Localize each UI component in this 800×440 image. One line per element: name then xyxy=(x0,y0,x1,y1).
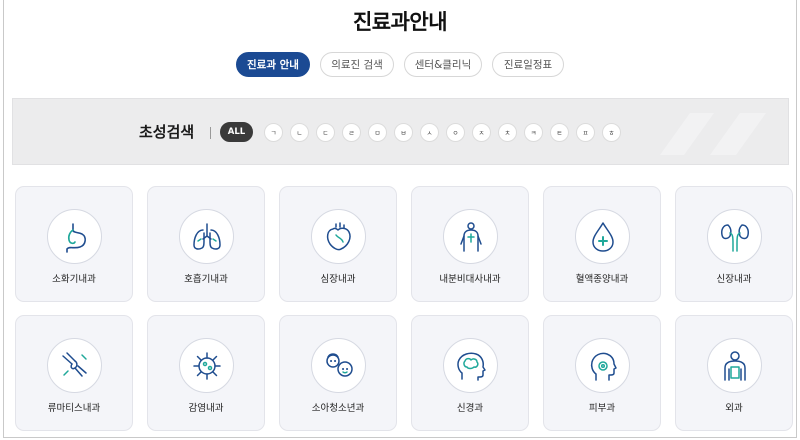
icon-wrapper xyxy=(47,338,102,393)
initial-letter-list: ALL ㄱ ㄴ ㄷ ㄹ ㅁ ㅂ ㅅ ㅇ ㅈ ㅊ ㅋ ㅌ ㅍ ㅎ xyxy=(220,122,621,142)
lungs-icon xyxy=(192,222,221,250)
children-icon xyxy=(325,352,353,377)
department-card-rheumatology[interactable]: 류마티스내과 xyxy=(15,315,133,431)
icon-wrapper xyxy=(311,338,366,393)
department-label: 신경과 xyxy=(456,403,484,414)
department-label: 신장내과 xyxy=(716,274,752,285)
icon-wrapper xyxy=(179,338,234,393)
joint-bone-icon xyxy=(61,351,87,377)
department-card-surgery[interactable]: 외과 xyxy=(675,315,793,431)
department-label: 내분비대사내과 xyxy=(439,274,501,285)
department-card-nephrology[interactable]: 신장내과 xyxy=(675,186,793,302)
department-card-pediatrics[interactable]: 소아청소년과 xyxy=(279,315,397,431)
blood-drop-icon xyxy=(591,221,614,252)
tab-schedule[interactable]: 진료일정표 xyxy=(492,52,564,77)
initial-letter-button[interactable]: ㅊ xyxy=(498,122,517,142)
department-card-infectious-disease[interactable]: 감염내과 xyxy=(147,315,265,431)
stomach-icon xyxy=(65,222,86,253)
department-label: 혈액종양내과 xyxy=(575,274,629,285)
department-label: 감염내과 xyxy=(188,403,224,414)
virus-icon xyxy=(192,351,221,380)
department-label: 류마티스내과 xyxy=(47,403,101,414)
initial-letter-button[interactable]: ㅍ xyxy=(576,122,595,142)
initial-letter-button[interactable]: ㄷ xyxy=(316,122,335,142)
divider xyxy=(210,127,211,139)
department-label: 소아청소년과 xyxy=(311,403,365,414)
initial-search-title: 초성검색 xyxy=(139,123,195,141)
department-label: 호흡기내과 xyxy=(184,274,228,285)
department-card-pulmonology[interactable]: 호흡기내과 xyxy=(147,186,265,302)
tab-doctor-search[interactable]: 의료진 검색 xyxy=(320,52,394,77)
initial-letter-button[interactable]: ㅂ xyxy=(394,122,413,142)
initial-letter-button[interactable]: ㄴ xyxy=(290,122,309,142)
face-profile-icon xyxy=(590,352,617,381)
department-card-cardiology[interactable]: 심장내과 xyxy=(279,186,397,302)
department-label: 심장내과 xyxy=(320,274,356,285)
initial-letter-button[interactable]: ㅅ xyxy=(420,122,439,142)
department-grid: 소화기내과 호흡기내과 심장내과 내분비대사내과 혈액종양내과 신장내과 류마티… xyxy=(15,186,793,431)
icon-wrapper xyxy=(443,209,498,264)
initial-all-button[interactable]: ALL xyxy=(220,122,253,142)
initial-letter-button[interactable]: ㅁ xyxy=(368,122,387,142)
kidney-icon xyxy=(720,223,749,252)
department-card-hematology-oncology[interactable]: 혈액종양내과 xyxy=(543,186,661,302)
initial-letter-button[interactable]: ㅌ xyxy=(550,122,569,142)
body-metabolism-icon xyxy=(459,221,482,252)
icon-wrapper xyxy=(47,209,102,264)
tab-department-guide[interactable]: 진료과 안내 xyxy=(236,52,310,77)
icon-wrapper xyxy=(311,209,366,264)
icon-wrapper xyxy=(179,209,234,264)
tab-center-clinic[interactable]: 센터&클리닉 xyxy=(404,52,482,77)
icon-wrapper xyxy=(707,338,762,393)
page-frame: 진료과안내 진료과 안내 의료진 검색 센터&클리닉 진료일정표 초성검색 AL… xyxy=(3,0,797,438)
department-card-endocrinology[interactable]: 내분비대사내과 xyxy=(411,186,529,302)
icon-wrapper xyxy=(443,338,498,393)
patient-body-icon xyxy=(723,350,746,381)
department-label: 피부과 xyxy=(588,403,616,414)
initial-letter-button[interactable]: ㄹ xyxy=(342,122,361,142)
department-label: 외과 xyxy=(725,403,743,414)
department-label: 소화기내과 xyxy=(52,274,96,285)
initial-search-panel: 초성검색 ALL ㄱ ㄴ ㄷ ㄹ ㅁ ㅂ ㅅ ㅇ ㅈ ㅊ ㅋ ㅌ ㅍ ㅎ xyxy=(12,98,789,165)
department-card-neurology[interactable]: 신경과 xyxy=(411,315,529,431)
brain-head-icon xyxy=(456,352,486,381)
icon-wrapper xyxy=(575,338,630,393)
page-title: 진료과안내 xyxy=(352,10,448,34)
icon-wrapper xyxy=(707,209,762,264)
initial-letter-button[interactable]: ㄱ xyxy=(264,122,283,142)
heart-icon xyxy=(326,221,351,250)
icon-wrapper xyxy=(575,209,630,264)
initial-letter-button[interactable]: ㅎ xyxy=(602,122,621,142)
decorative-logo-pattern xyxy=(660,113,766,155)
initial-letter-button[interactable]: ㅋ xyxy=(524,122,543,142)
department-card-dermatology[interactable]: 피부과 xyxy=(543,315,661,431)
department-card-gastroenterology[interactable]: 소화기내과 xyxy=(15,186,133,302)
initial-letter-button[interactable]: ㅈ xyxy=(472,122,491,142)
tab-bar: 진료과 안내 의료진 검색 센터&클리닉 진료일정표 xyxy=(4,52,796,77)
initial-letter-button[interactable]: ㅇ xyxy=(446,122,465,142)
